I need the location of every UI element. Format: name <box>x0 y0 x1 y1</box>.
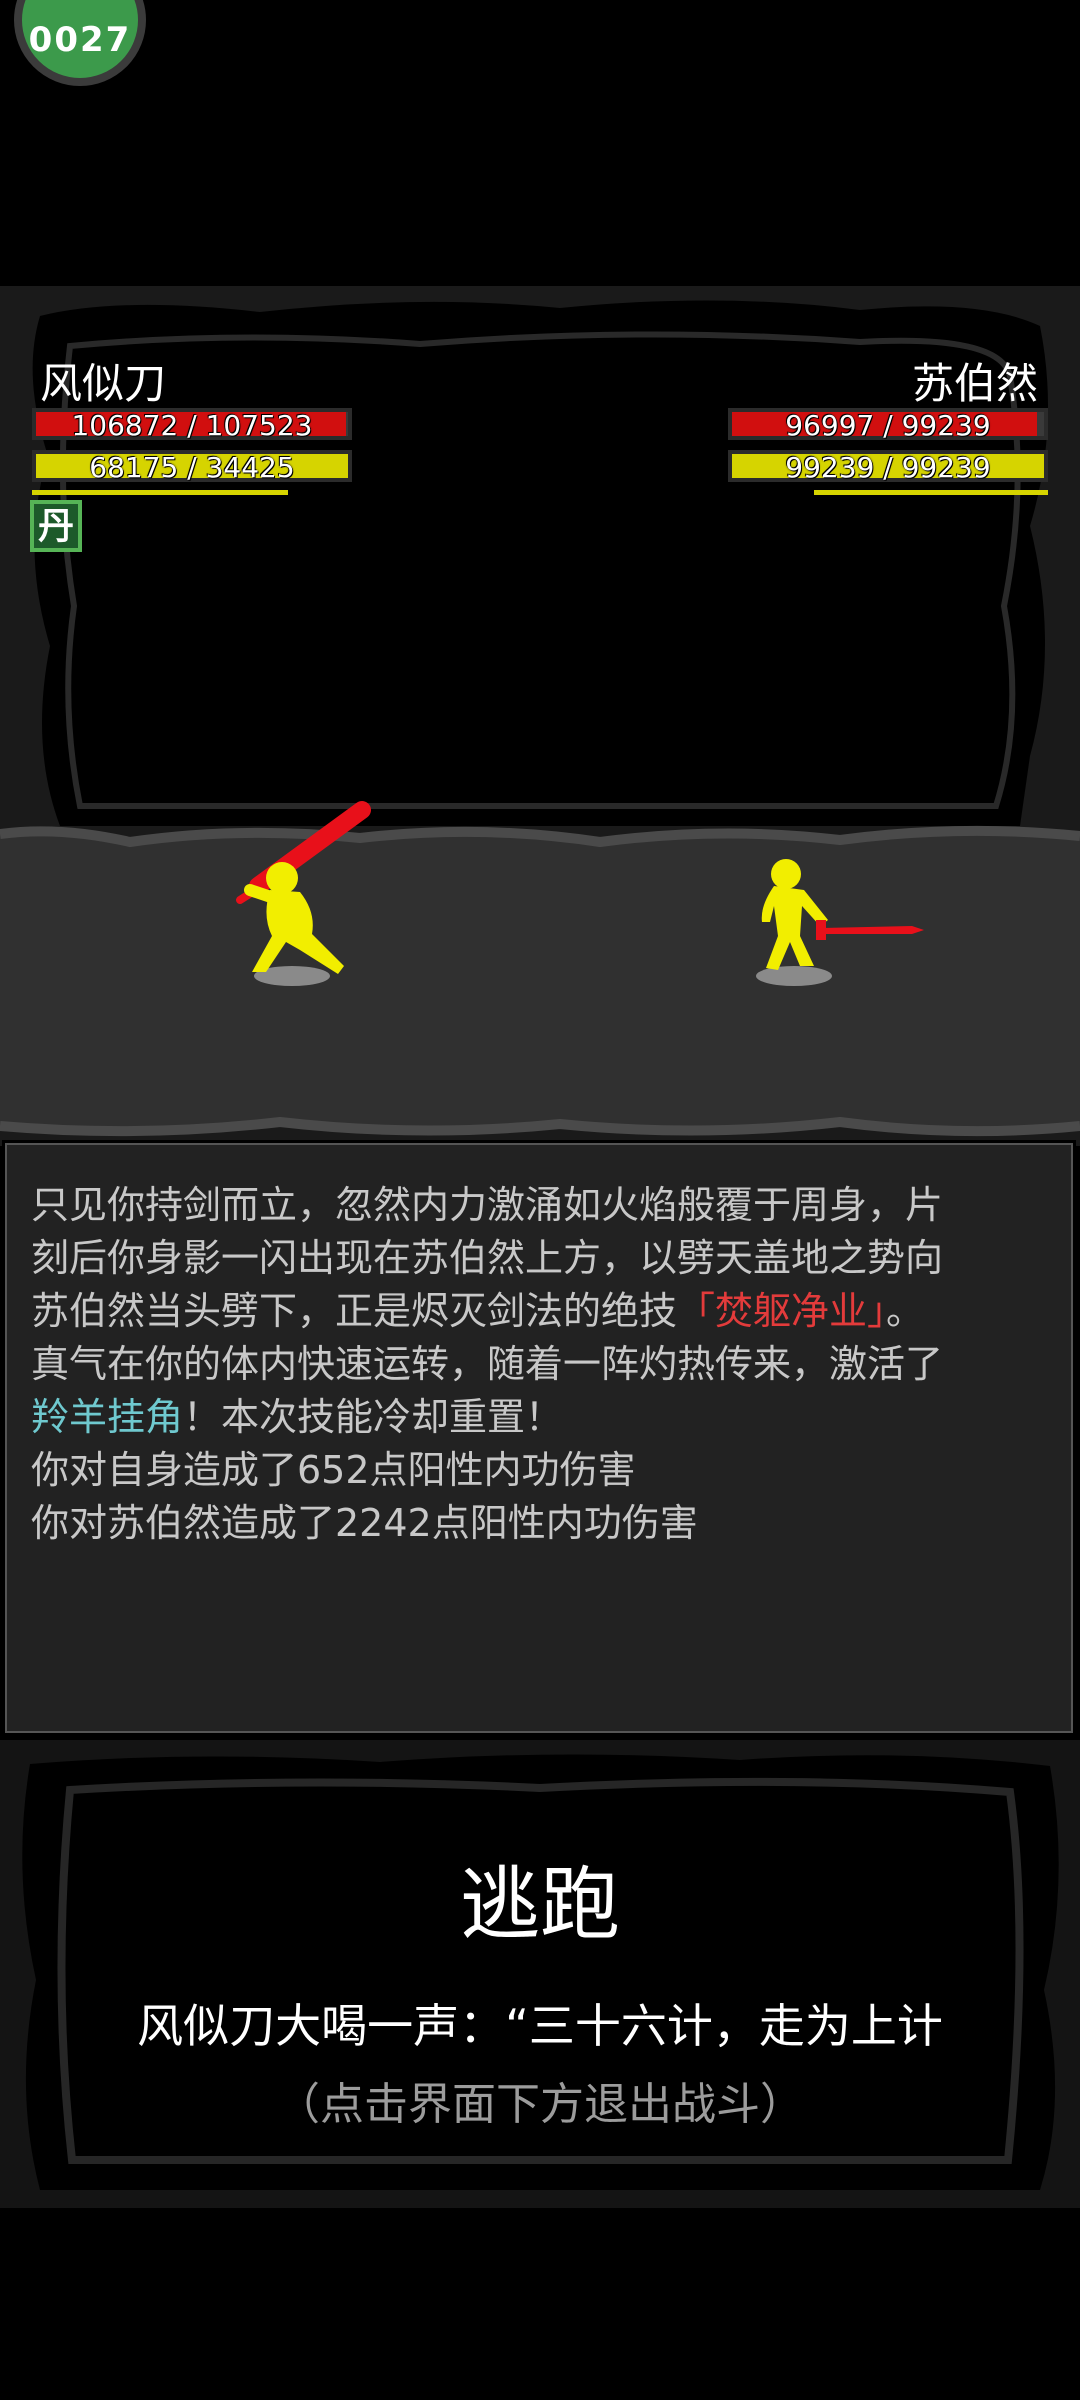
log-line: 刻后你身影一闪出现在苏伯然上方，以劈天盖地之势向 <box>31 1236 944 1280</box>
escape-background <box>0 1740 1080 2208</box>
log-line: 你对自身造成了652点阳性内功伤害 <box>31 1448 636 1492</box>
log-line: 苏伯然当头劈下，正是烬灭剑法的绝技「焚躯净业」。 <box>31 1289 925 1333</box>
escape-panel[interactable] <box>0 1740 1080 2208</box>
exit-battle-hint[interactable]: （点击界面下方退出战斗） <box>0 2068 1080 2132</box>
player-hp-text: 106872 / 107523 <box>71 409 313 442</box>
player-mp-bar: 68175 / 34425 <box>32 450 352 484</box>
player-name: 风似刀 <box>40 359 167 408</box>
log-line: 羚羊挂角！本次技能冷却重置！ <box>31 1395 564 1439</box>
enemy-hp-bar: 96997 / 99239 <box>728 408 1048 442</box>
log-line: 只见你持剑而立，忽然内力激涌如火焰般覆于周身，片 <box>31 1183 944 1227</box>
enemy-name: 苏伯然 <box>911 359 1038 408</box>
status-badge[interactable]: 0027 <box>14 0 146 86</box>
escape-shout-text: 风似刀大喝一声：“三十六计，走为上计 <box>137 1999 943 2053</box>
badge-label: 0027 <box>28 20 132 60</box>
enemy-mp-text: 99239 / 99239 <box>785 451 991 484</box>
skill-name: 「焚躯净业」 <box>677 1289 887 1333</box>
enemy-mp-bar: 99239 / 99239 <box>728 450 1048 484</box>
combat-log[interactable]: 只见你持剑而立，忽然内力激涌如火焰般覆于周身，片 刻后你身影一闪出现在苏伯然上方… <box>2 1140 1076 1736</box>
skill-name: 羚羊挂角 <box>31 1395 184 1439</box>
enemy-cooldown-bar <box>814 490 1048 495</box>
enemy-hp-text: 96997 / 99239 <box>785 409 991 442</box>
player-cooldown-bar <box>32 490 288 495</box>
log-line: 你对苏伯然造成了2242点阳性内功伤害 <box>31 1501 698 1545</box>
escape-title: 逃跑 <box>460 1858 620 1951</box>
player-mp-text: 68175 / 34425 <box>89 451 295 484</box>
pill-item-icon[interactable]: 丹 <box>30 500 82 552</box>
player-hp-bar: 106872 / 107523 <box>32 408 352 442</box>
log-line: 真气在你的体内快速运转，随着一阵灼热传来，激活了 <box>31 1342 944 1386</box>
